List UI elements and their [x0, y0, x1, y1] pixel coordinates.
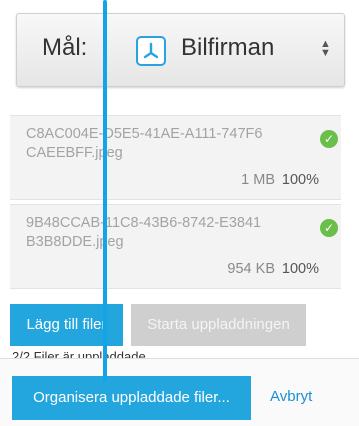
file-progress: 100% [281, 172, 319, 188]
file-row: 9B48CCAB-11C8-43B6-8742-E3841B3B8DDE.jpe… [10, 204, 341, 289]
file-size: 954 KB [227, 261, 275, 277]
pointer-line [103, 0, 107, 382]
check-circle-icon: ✓ [320, 130, 338, 148]
app-icon [136, 36, 166, 66]
target-label: Mål: [42, 34, 88, 61]
select-arrows-icon: ▲ ▼ [320, 38, 331, 59]
check-circle-icon: ✓ [320, 219, 338, 237]
organize-files-button[interactable]: Organisera uppladdade filer... [12, 376, 251, 420]
file-name: 9B48CCAB-11C8-43B6-8742-E3841B3B8DDE.jpe… [26, 215, 262, 250]
target-selected-value: Bilfirman [181, 34, 275, 61]
start-upload-button[interactable]: Starta uppladdningen [131, 304, 306, 346]
cancel-link[interactable]: Avbryt [270, 388, 312, 405]
file-row: C8AC004E-D5E5-41AE-A111-747F6CAEEBFF.jpe… [10, 115, 341, 200]
file-name: C8AC004E-D5E5-41AE-A111-747F6CAEEBFF.jpe… [26, 126, 263, 161]
file-size: 1 MB [241, 172, 275, 188]
upload-status-text: 2/2 Filer är uppladdade [12, 350, 146, 358]
file-progress: 100% [281, 261, 319, 277]
target-select[interactable]: Mål: Bilfirman ▲ ▼ [16, 13, 345, 87]
